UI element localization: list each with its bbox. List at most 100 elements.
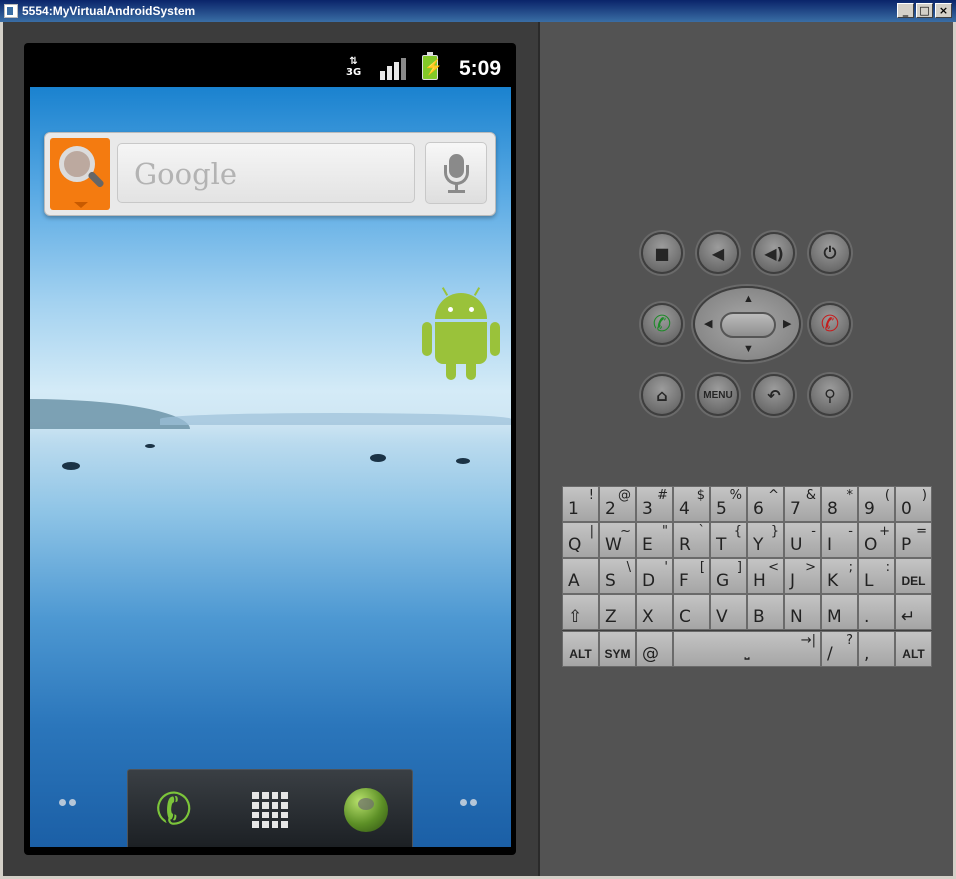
power-icon: ⏻ [823, 243, 837, 262]
key-alt-label: # [657, 488, 668, 503]
dpad-up-icon[interactable]: ▲ [743, 294, 754, 305]
key-c[interactable]: C [673, 594, 710, 630]
key-alt-label: @ [618, 488, 631, 503]
key-5[interactable]: 5% [710, 486, 747, 522]
volume-down-button[interactable]: ◀ [697, 232, 739, 274]
key-u[interactable]: U- [784, 522, 821, 558]
key-h[interactable]: H < [747, 558, 784, 594]
key-label: S [605, 571, 616, 591]
key-label: O [864, 535, 878, 555]
key-alt-label: ; [848, 560, 853, 575]
key-label: E [642, 535, 653, 555]
key-y[interactable]: Y} [747, 522, 784, 558]
key-f[interactable]: F[ [673, 558, 710, 594]
key-enter[interactable]: ↵ [895, 594, 932, 630]
key-1[interactable]: 1! [562, 486, 599, 522]
home-screen[interactable]: Google ✆ [30, 87, 511, 847]
key-del[interactable]: DEL [895, 558, 932, 594]
key-2[interactable]: 2 @ [599, 486, 636, 522]
key-0[interactable]: 0) [895, 486, 932, 522]
robot-eye [448, 307, 453, 312]
key-j[interactable]: J > [784, 558, 821, 594]
dialer-shortcut[interactable]: ✆ [148, 780, 199, 839]
key-k[interactable]: K; [821, 558, 858, 594]
key-z[interactable]: Z [599, 594, 636, 630]
alt-left-key[interactable]: ALT [562, 631, 599, 667]
app-grid-icon [252, 792, 288, 828]
call-button[interactable]: ✆ [641, 303, 683, 345]
key-x[interactable]: X [636, 594, 673, 630]
key-alt-label: * [846, 488, 854, 503]
alt-right-key[interactable]: ALT [895, 631, 932, 667]
key-m[interactable]: M [821, 594, 858, 630]
volume-up-button[interactable]: ◀) [753, 232, 795, 274]
key-9[interactable]: 9( [858, 486, 895, 522]
slash-key[interactable]: / ? [821, 631, 858, 667]
browser-shortcut[interactable] [342, 786, 390, 834]
minimize-button[interactable]: _ [897, 3, 914, 18]
key-i[interactable]: I- [821, 522, 858, 558]
battery-charging-icon: ⚡ [422, 52, 443, 80]
key-d[interactable]: D ' [636, 558, 673, 594]
camera-button[interactable]: ■ [641, 232, 683, 274]
key-3[interactable]: 3 # [636, 486, 673, 522]
sym-key[interactable]: SYM [599, 631, 636, 667]
key-shift[interactable]: ⇧ [562, 594, 599, 630]
status-bar: ⇅ 3G ⚡ 5:09 [30, 50, 511, 87]
dpad-down-icon[interactable]: ▼ [743, 344, 754, 355]
app-drawer-button[interactable] [246, 786, 294, 834]
key-label: P [901, 535, 912, 555]
key-label: 7 [790, 499, 801, 519]
key-label: G [716, 571, 730, 591]
key-label: ALT [902, 647, 925, 661]
key-b[interactable]: B [747, 594, 784, 630]
key-7[interactable]: 7 & [784, 486, 821, 522]
back-button[interactable]: ↶ [753, 374, 795, 416]
key-q[interactable]: Q | [562, 522, 599, 558]
key-label: 3 [642, 499, 653, 519]
key-a[interactable]: A [562, 558, 599, 594]
key-w[interactable]: W ~ [599, 522, 636, 558]
end-call-button[interactable]: ✆ [809, 303, 851, 345]
maximize-button[interactable]: □ [916, 3, 933, 18]
key-e[interactable]: E " [636, 522, 673, 558]
dpad-left-icon[interactable]: ◀ [704, 319, 712, 330]
menu-button[interactable]: MENU [697, 374, 739, 416]
key-g[interactable]: G] [710, 558, 747, 594]
key-n[interactable]: N [784, 594, 821, 630]
close-button[interactable]: × [935, 3, 952, 18]
key-t[interactable]: T{ [710, 522, 747, 558]
search-source-button[interactable] [50, 138, 110, 210]
search-input[interactable]: Google [117, 143, 415, 203]
dpad-right-icon[interactable]: ▶ [783, 319, 791, 330]
key-label: ↵ [901, 607, 916, 627]
key-o[interactable]: O + [858, 522, 895, 558]
key-period[interactable]: . [858, 594, 895, 630]
key-label: C [679, 607, 691, 627]
key-s[interactable]: S \ [599, 558, 636, 594]
key-alt-label: " [662, 524, 668, 539]
home-button[interactable]: ⌂ [641, 374, 683, 416]
key-v[interactable]: V [710, 594, 747, 630]
dpad[interactable]: ▲ ▼ ◀ ▶ [693, 286, 801, 362]
key-label: V [716, 607, 728, 627]
at-key[interactable]: @ [636, 631, 673, 667]
comma-key[interactable]: , [858, 631, 895, 667]
key-4[interactable]: 4 $ [673, 486, 710, 522]
power-button[interactable]: ⏻ [809, 232, 851, 274]
key-label: 8 [827, 499, 838, 519]
key-p[interactable]: P = [895, 522, 932, 558]
key-6[interactable]: 6 ^ [747, 486, 784, 522]
page-indicator-left[interactable] [59, 799, 76, 806]
android-robot-icon[interactable] [422, 287, 502, 382]
key-l[interactable]: L: [858, 558, 895, 594]
space-key[interactable]: →| ⎵ [673, 631, 821, 667]
key-alt-label: - [848, 524, 853, 539]
search-button[interactable]: ⚲ [809, 374, 851, 416]
key-label: Z [605, 607, 617, 627]
page-indicator-right[interactable] [460, 799, 477, 806]
key-r[interactable]: R ` [673, 522, 710, 558]
voice-search-button[interactable] [425, 142, 487, 204]
dpad-center-button[interactable] [720, 312, 776, 338]
key-8[interactable]: 8 * [821, 486, 858, 522]
